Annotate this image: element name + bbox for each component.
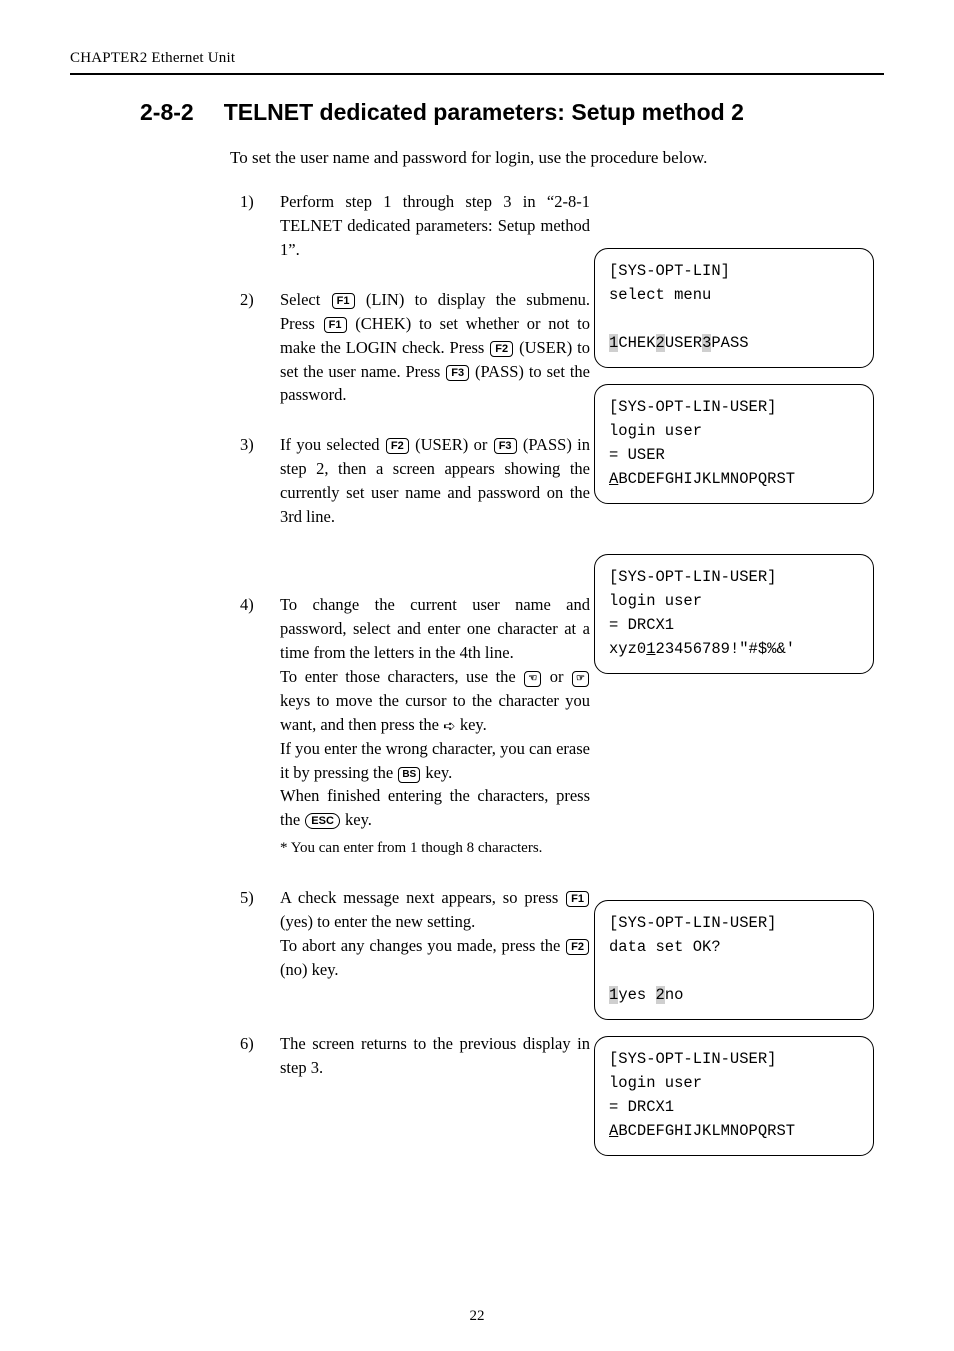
text: keys to move the cursor to the character… [280, 691, 590, 734]
step-number: 3) [240, 433, 266, 529]
page: CHAPTER2 Ethernet Unit 2-8-2 TELNET dedic… [0, 0, 954, 1351]
text: key. [341, 810, 372, 829]
key-f2-icon: F2 [490, 341, 513, 357]
step-body: Select F1 (LIN) to display the submenu. … [280, 288, 590, 408]
softkey-label: yes [618, 986, 655, 1004]
page-number: 22 [0, 1308, 954, 1325]
step-body: To change the current user name and pass… [280, 593, 590, 860]
line: [SYS-OPT-LIN-USER] [609, 914, 776, 932]
text: 23456789!"#$%&' [656, 640, 796, 658]
step-body: Perform step 1 through step 3 in “2-8-1 … [280, 190, 590, 262]
header-rule [70, 73, 884, 75]
running-head: CHAPTER2 Ethernet Unit [70, 50, 884, 67]
text: To change the current user name and pass… [280, 595, 590, 662]
text: BCDEFGHIJKLMNOPQRST [618, 470, 795, 488]
step-number: 1) [240, 190, 266, 262]
text: BCDEFGHIJKLMNOPQRST [618, 1122, 795, 1140]
text: or [542, 667, 571, 686]
softkey-num: 2 [656, 986, 665, 1004]
key-f3-icon: F3 [446, 365, 469, 381]
step-body: If you selected F2 (USER) or F3 (PASS) i… [280, 433, 590, 529]
softkey-num: 3 [702, 334, 711, 352]
spacer [594, 520, 874, 554]
key-f1-icon: F1 [332, 293, 355, 309]
line: [SYS-OPT-LIN-USER] [609, 568, 776, 586]
line: login user [609, 592, 702, 610]
cursor-char: 1 [646, 640, 655, 658]
text: key. [456, 715, 487, 734]
step-number: 6) [240, 1032, 266, 1080]
softkey-label: USER [665, 334, 702, 352]
section-title-text: TELNET dedicated parameters: Setup metho… [224, 99, 744, 125]
key-f1-icon: F1 [324, 317, 347, 333]
text: If you selected [280, 435, 385, 454]
line: data set OK? [609, 938, 721, 956]
key-esc-icon: ESC [305, 813, 340, 829]
softkey-num: 2 [656, 334, 665, 352]
hand-right-key-icon: ☞ [572, 671, 589, 687]
line: = DRCX1 [609, 616, 674, 634]
line: = DRCX1 [609, 1098, 674, 1116]
step4-note: * You can enter from 1 though 8 characte… [280, 838, 590, 860]
lcd-screen-1: [SYS-OPT-LIN] select menu 1CHEK2USER3PAS… [594, 248, 874, 368]
line: login user [609, 422, 702, 440]
text: (yes) to enter the new setting. [280, 912, 475, 931]
hand-left-key-icon: ☜ [524, 671, 541, 687]
key-f3-icon: F3 [494, 438, 517, 454]
line: [SYS-OPT-LIN-USER] [609, 398, 776, 416]
section-heading: 2-8-2 TELNET dedicated parameters: Setup … [140, 99, 884, 126]
key-f2-icon: F2 [386, 438, 409, 454]
text: (no) key. [280, 960, 339, 979]
arrow-right-icon: ➪ [443, 719, 456, 734]
softkey-label: no [665, 986, 684, 1004]
lcd-screen-2: [SYS-OPT-LIN-USER] login user = USER ABC… [594, 384, 874, 504]
step-number: 4) [240, 593, 266, 860]
line: [SYS-OPT-LIN-USER] [609, 1050, 776, 1068]
text: To enter those characters, use the [280, 667, 523, 686]
line: login user [609, 1074, 702, 1092]
lcd-screen-4: [SYS-OPT-LIN-USER] data set OK? 1yes 2no [594, 900, 874, 1020]
text: A check message next appears, so press [280, 888, 565, 907]
step-body: The screen returns to the previous displ… [280, 1032, 590, 1080]
line: select menu [609, 286, 711, 304]
text: Select [280, 290, 331, 309]
line: = USER [609, 446, 665, 464]
lcd-screen-3: [SYS-OPT-LIN-USER] login user = DRCX1 xy… [594, 554, 874, 674]
cursor-char: A [609, 470, 618, 488]
line: [SYS-OPT-LIN] [609, 262, 730, 280]
step-number: 2) [240, 288, 266, 408]
step-number: 5) [240, 886, 266, 982]
section-number: 2-8-2 [140, 99, 194, 125]
cursor-char: A [609, 1122, 618, 1140]
step-body: A check message next appears, so press F… [280, 886, 590, 982]
text: key. [421, 763, 452, 782]
key-f1-icon: F1 [566, 891, 589, 907]
key-bs-icon: BS [398, 767, 420, 783]
screens-column: [SYS-OPT-LIN] select menu 1CHEK2USER3PAS… [594, 248, 874, 1172]
softkey-label: PASS [711, 334, 748, 352]
key-f2-icon: F2 [566, 939, 589, 955]
intro-text: To set the user name and password for lo… [230, 148, 884, 168]
softkey-num: 1 [609, 334, 618, 352]
text: To abort any changes you made, press the [280, 936, 565, 955]
softkey-num: 1 [609, 986, 618, 1004]
spacer [594, 690, 874, 900]
text: xyz0 [609, 640, 646, 658]
lcd-screen-5: [SYS-OPT-LIN-USER] login user = DRCX1 AB… [594, 1036, 874, 1156]
softkey-label: CHEK [618, 334, 655, 352]
text: (USER) or [410, 435, 493, 454]
